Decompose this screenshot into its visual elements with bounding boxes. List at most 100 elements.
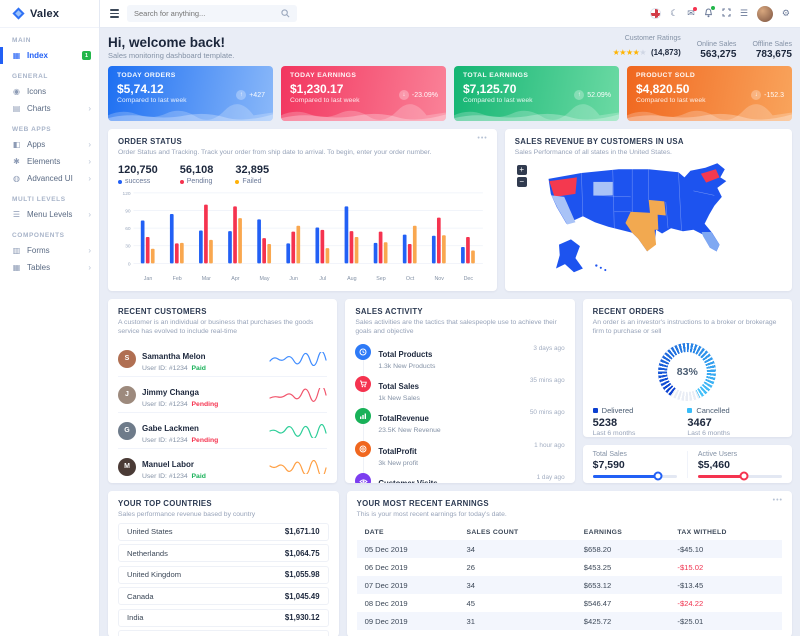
column-header: EARNINGS	[576, 525, 670, 540]
card-title: ORDER STATUS	[118, 137, 487, 146]
map-zoom-in-button[interactable]: +	[517, 165, 527, 175]
activity-row[interactable]: Total Sales1k New Sales 35 mins ago	[355, 373, 564, 405]
menu-levels-icon: ☰	[12, 210, 21, 219]
customer-sparkline	[269, 352, 327, 366]
table-row[interactable]: 08 Dec 201945$546.47-$24.22	[357, 594, 782, 612]
chevron-right-icon: ›	[88, 246, 91, 255]
svg-text:Apr: Apr	[231, 276, 240, 282]
active-users-slider[interactable]	[698, 475, 782, 478]
card-title: YOUR MOST RECENT EARNINGS	[357, 499, 782, 508]
hamburger-menu-icon[interactable]	[110, 9, 119, 17]
customer-row[interactable]: M Manuel LaborUser ID: #1234 Paid	[118, 448, 327, 483]
slider-handle[interactable]	[740, 472, 749, 481]
country-row[interactable]: India$1,930.12	[118, 609, 329, 627]
user-avatar[interactable]	[757, 6, 773, 22]
gear-icon[interactable]: ⚙	[782, 9, 790, 18]
svg-text:May: May	[259, 276, 269, 282]
chevron-right-icon: ›	[88, 104, 91, 113]
language-flag-icon[interactable]	[650, 8, 661, 19]
card-title: SALES ACTIVITY	[355, 307, 564, 316]
chevron-right-icon: ›	[88, 140, 91, 149]
svg-text:Aug: Aug	[347, 276, 357, 282]
card-label: TOTAL EARNINGS	[463, 72, 610, 79]
state-wyoming	[593, 182, 612, 195]
activity-row[interactable]: Total Products1.3k New Products 3 days a…	[355, 340, 564, 372]
customer-row[interactable]: G Gabe LackmenUser ID: #1234 Pending	[118, 412, 327, 448]
sidebar-item-icons[interactable]: ◉ Icons	[0, 83, 99, 100]
delivered-legend-icon	[593, 408, 598, 413]
country-row[interactable]: United Kingdom$1,055.98	[118, 566, 329, 584]
table-row[interactable]: 07 Dec 201934$653.12-$13.45	[357, 576, 782, 594]
sidebar-item-elements[interactable]: ✱ Elements ›	[0, 153, 99, 170]
order-status-card: ••• ORDER STATUS Order Status and Tracki…	[108, 129, 497, 291]
sidebar-nav: MAIN ▦ Index 1 GENERAL ◉ Icons ▤ Charts …	[0, 28, 99, 276]
table-row[interactable]: 09 Dec 201931$425.72-$25.01	[357, 612, 782, 630]
card-delta: ↑+427	[236, 90, 265, 100]
status-badge: Paid	[192, 365, 206, 372]
sidebar-item-forms[interactable]: ▥ Forms ›	[0, 242, 99, 259]
more-options-icon[interactable]: •••	[477, 135, 487, 142]
timestamp: 35 mins ago	[530, 376, 565, 402]
country-row[interactable]: United States$1,671.10	[118, 523, 329, 541]
total-sales-slider[interactable]	[593, 475, 677, 478]
sidebar-item-tables[interactable]: ▦ Tables ›	[0, 259, 99, 276]
sidebar-item-index[interactable]: ▦ Index 1	[0, 47, 99, 64]
sidebar-item-apps[interactable]: ◧ Apps ›	[0, 136, 99, 153]
more-options-icon[interactable]: •••	[773, 497, 783, 504]
status-badge: Paid	[192, 473, 206, 480]
notifications-bell-icon[interactable]	[704, 8, 713, 20]
activity-row[interactable]: TotalRevenue23.5K New Revenue 50 mins ag…	[355, 405, 564, 437]
sidebar-item-label: Advanced UI	[27, 174, 73, 183]
recent-orders-card: RECENT ORDERS An order is an investor's …	[583, 299, 792, 437]
card-label: TODAY ORDERS	[117, 72, 264, 79]
card-desc: Sales Performance of all states in the U…	[515, 148, 782, 157]
slider-handle[interactable]	[654, 472, 663, 481]
arrow-up-icon: ↑	[574, 90, 584, 100]
customer-sparkline	[269, 460, 327, 474]
svg-text:Jan: Jan	[144, 276, 153, 282]
offline-sales-stat: Offline Sales 783,675	[752, 41, 792, 60]
usa-map[interactable]: + −	[515, 161, 782, 284]
pending-dot-icon	[180, 180, 184, 184]
country-row[interactable]: Australia$1,042.00	[118, 630, 329, 636]
card-delta: ↑52.09%	[574, 90, 611, 100]
fullscreen-icon[interactable]	[722, 8, 731, 19]
sidebar-item-label: Index	[27, 51, 48, 60]
table-row[interactable]: 06 Dec 201926$453.25-$15.02	[357, 558, 782, 576]
customer-row[interactable]: S Samantha MelonUser ID: #1234 Paid	[118, 341, 327, 376]
svg-text:Jun: Jun	[289, 276, 298, 282]
logo[interactable]: Valex	[0, 0, 99, 28]
chart-icon	[355, 408, 371, 424]
nav-section-webapps: WEB APPS	[0, 117, 99, 136]
pending-stat: 56,108 Pending	[180, 164, 214, 185]
customer-row[interactable]: J Jimmy ChangaUser ID: #1234 Pending	[118, 376, 327, 412]
column-header: TAX WITHELD	[669, 525, 782, 540]
column-header: SALES COUNT	[458, 525, 575, 540]
activity-row[interactable]: TotalProfit3k New profit 1 hour ago	[355, 437, 564, 469]
status-badge: Pending	[192, 437, 219, 444]
delivered-stat: Delivered 5238 Last 6 months	[593, 406, 688, 437]
messages-icon[interactable]: ✉	[687, 9, 695, 18]
success-stat: 120,750 success	[118, 164, 158, 185]
card-title: RECENT CUSTOMERS	[118, 307, 327, 316]
sidebar-item-charts[interactable]: ▤ Charts ›	[0, 100, 99, 117]
sidebar-item-label: Icons	[27, 87, 46, 96]
search-input[interactable]	[134, 9, 276, 18]
sidebar-item-label: Apps	[27, 140, 45, 149]
sidebar-item-menu-levels[interactable]: ☰ Menu Levels ›	[0, 206, 99, 223]
table-row[interactable]: 05 Dec 201934$658.20-$45.10	[357, 540, 782, 558]
dark-mode-moon-icon[interactable]: ☾	[670, 9, 678, 18]
sidebar-list-icon[interactable]: ☰	[740, 9, 748, 18]
star-rating-icons: ★★★★	[613, 48, 640, 57]
country-row[interactable]: Canada$1,045.49	[118, 587, 329, 605]
map-zoom-out-button[interactable]: −	[517, 177, 527, 187]
sidebar-item-advanced-ui[interactable]: ◍ Advanced UI ›	[0, 170, 99, 187]
unread-messages-dot	[693, 7, 697, 11]
search-bar[interactable]	[127, 5, 297, 22]
activity-row[interactable]: Customer Visits15% increased 1 day ago	[355, 470, 564, 483]
logo-text: Valex	[30, 8, 59, 20]
failed-stat: 32,895 Failed	[235, 164, 269, 185]
forms-icon: ▥	[12, 246, 21, 255]
timestamp: 1 day ago	[537, 473, 565, 483]
country-row[interactable]: Netherlands$1,064.75	[118, 544, 329, 562]
